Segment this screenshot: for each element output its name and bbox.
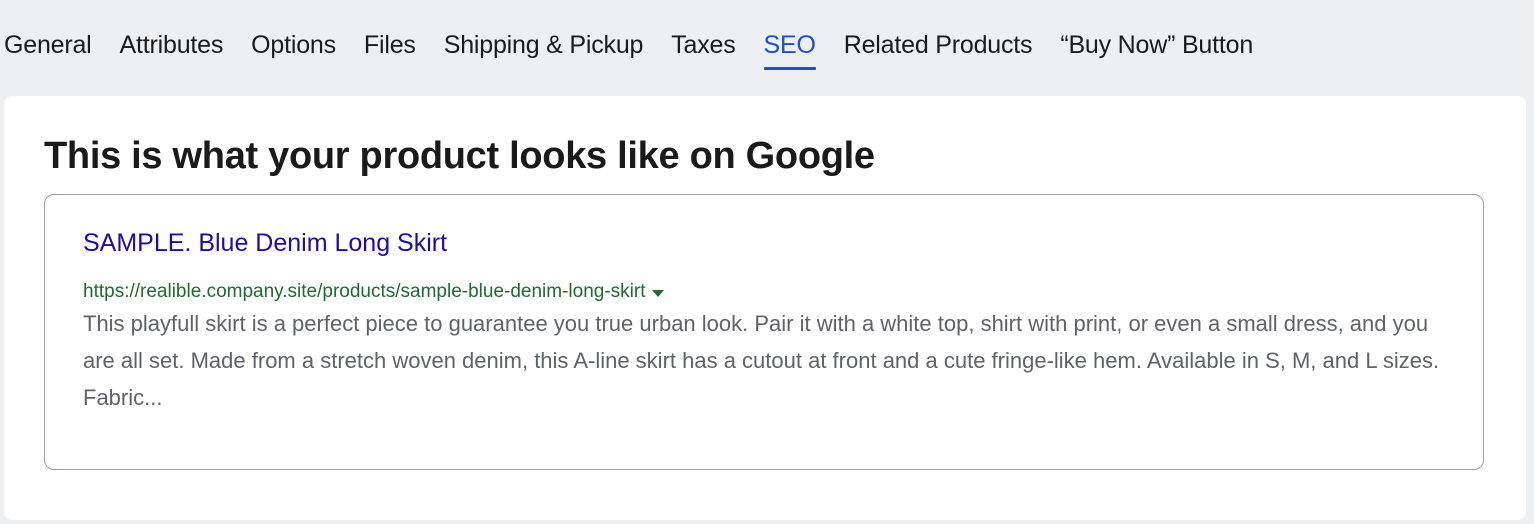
tab-options[interactable]: Options: [251, 22, 336, 68]
tab-shipping-pickup[interactable]: Shipping & Pickup: [444, 22, 644, 68]
seo-preview-heading: This is what your product looks like on …: [44, 135, 875, 177]
tab-seo[interactable]: SEO: [763, 22, 816, 70]
product-tabs: General Attributes Options Files Shippin…: [4, 22, 1281, 72]
search-result-title[interactable]: SAMPLE. Blue Denim Long Skirt: [83, 227, 447, 259]
tab-general[interactable]: General: [4, 22, 92, 68]
search-result-description: This playfull skirt is a perfect piece t…: [83, 311, 1440, 410]
tab-buy-now-button[interactable]: “Buy Now” Button: [1060, 22, 1253, 68]
caret-down-icon[interactable]: [651, 289, 664, 297]
search-result-url-text: https://realible.company.site/products/s…: [83, 281, 646, 302]
tab-attributes[interactable]: Attributes: [120, 22, 224, 68]
search-result-url: https://realible.company.site/products/s…: [83, 280, 664, 304]
tab-files[interactable]: Files: [364, 22, 416, 68]
seo-card: This is what your product looks like on …: [4, 96, 1526, 520]
google-preview-box: SAMPLE. Blue Denim Long Skirt https://re…: [44, 194, 1484, 470]
tab-taxes[interactable]: Taxes: [671, 22, 736, 68]
tab-related-products[interactable]: Related Products: [844, 22, 1033, 68]
